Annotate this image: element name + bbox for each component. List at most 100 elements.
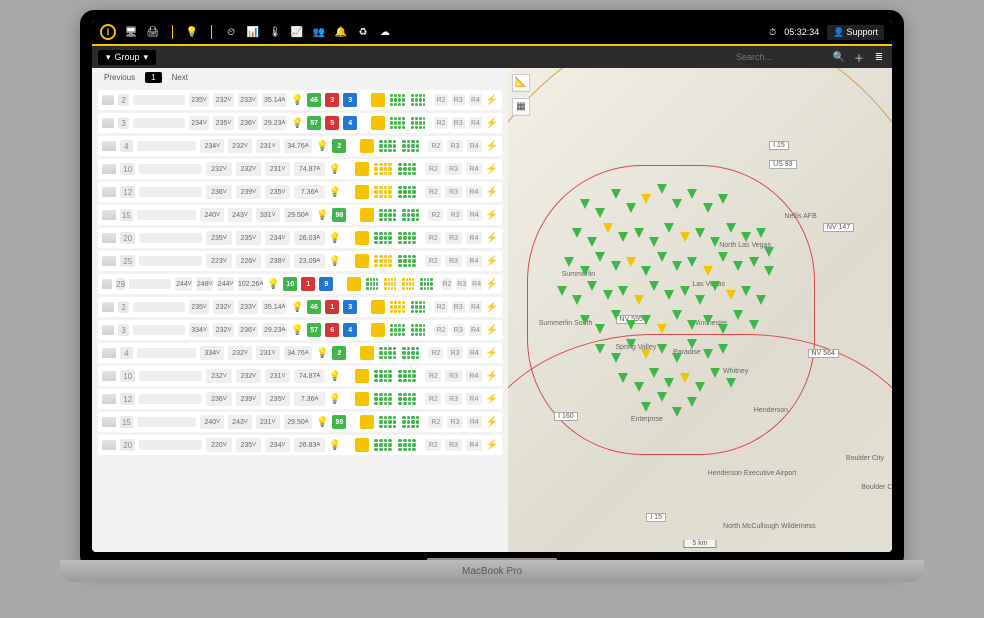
relay-R2[interactable]: R2 (434, 117, 447, 129)
site-row[interactable]: 25223V226V238V23.09A💡 R2R3R4⚡ (98, 251, 502, 271)
relay-R2[interactable]: R2 (428, 209, 443, 221)
map-marker[interactable] (695, 382, 705, 392)
user-menu[interactable]: 👤 Support (827, 25, 884, 40)
relay-R2[interactable]: R2 (425, 370, 441, 382)
map-marker[interactable] (641, 315, 651, 325)
site-row[interactable]: 15240V243V331V29.50A💡98 R2R3R4⚡ (98, 205, 502, 225)
row-checkbox[interactable] (102, 118, 114, 128)
flash-icon[interactable]: ⚡ (486, 417, 498, 428)
map-marker[interactable] (657, 324, 667, 334)
map-marker[interactable] (687, 397, 697, 407)
relay-R4[interactable]: R4 (467, 140, 482, 152)
map-marker[interactable] (649, 237, 659, 247)
row-checkbox[interactable] (102, 233, 116, 243)
relay-R3[interactable]: R3 (452, 94, 465, 106)
map-marker[interactable] (580, 266, 590, 276)
relay-R4[interactable]: R4 (466, 255, 482, 267)
brand-logo[interactable]: I (100, 24, 116, 40)
row-checkbox[interactable] (102, 371, 116, 381)
map-marker[interactable] (695, 295, 705, 305)
relay-R2[interactable]: R2 (425, 439, 441, 451)
chart-icon[interactable]: 📈 (290, 25, 304, 39)
map-marker[interactable] (680, 373, 690, 383)
map-marker[interactable] (703, 266, 713, 276)
map-marker[interactable] (557, 286, 567, 296)
map-marker[interactable] (749, 257, 759, 267)
row-checkbox[interactable] (102, 348, 116, 358)
relay-R4[interactable]: R4 (466, 163, 482, 175)
map-marker[interactable] (595, 344, 605, 354)
map-marker[interactable] (680, 232, 690, 242)
site-row[interactable]: 3334V232V236V29.23A💡5764 R2R3R4⚡ (98, 320, 502, 340)
map-marker[interactable] (756, 295, 766, 305)
map-marker[interactable] (672, 407, 682, 417)
map-marker[interactable] (741, 232, 751, 242)
map-marker[interactable] (626, 320, 636, 330)
map-marker[interactable] (672, 310, 682, 320)
flash-icon[interactable]: ⚡ (486, 164, 498, 175)
relay-R2[interactable]: R2 (428, 416, 443, 428)
bell-icon[interactable]: 🔔 (334, 25, 348, 39)
map-marker[interactable] (664, 290, 674, 300)
map-marker[interactable] (733, 261, 743, 271)
ruler-icon[interactable]: 📐 (513, 75, 529, 91)
map-marker[interactable] (587, 281, 597, 291)
flash-icon[interactable]: ⚡ (486, 279, 498, 290)
map-marker[interactable] (733, 310, 743, 320)
relay-R4[interactable]: R4 (467, 209, 482, 221)
map-marker[interactable] (657, 252, 667, 262)
layers-icon[interactable]: ▦ (513, 99, 529, 115)
map-marker[interactable] (634, 382, 644, 392)
clock-icon[interactable]: ⏲ (224, 25, 238, 39)
row-checkbox[interactable] (102, 141, 116, 151)
flash-icon[interactable]: ⚡ (486, 348, 498, 359)
map-marker[interactable] (718, 344, 728, 354)
map-marker[interactable] (718, 324, 728, 334)
map-marker[interactable] (626, 203, 636, 213)
map-panel[interactable]: I 15US 93NV 147NV 595NV 564I 160I 15 Nel… (508, 68, 892, 552)
pager-page-1[interactable]: 1 (145, 72, 161, 83)
flash-icon[interactable]: ⚡ (486, 302, 498, 313)
map-marker[interactable] (611, 310, 621, 320)
list-view-icon[interactable]: ≣ (872, 50, 886, 64)
map-marker[interactable] (626, 257, 636, 267)
relay-R2[interactable]: R2 (425, 186, 441, 198)
map-marker[interactable] (703, 315, 713, 325)
row-checkbox[interactable] (102, 325, 114, 335)
map-marker[interactable] (649, 281, 659, 291)
flash-icon[interactable]: ⚡ (486, 325, 498, 336)
flash-icon[interactable]: ⚡ (486, 187, 498, 198)
group-filter[interactable]: ▾ Group ▾ (98, 50, 156, 65)
map-marker[interactable] (618, 232, 628, 242)
flash-icon[interactable]: ⚡ (486, 371, 498, 382)
site-row[interactable]: 12236V239V235V7.36A💡 R2R3R4⚡ (98, 389, 502, 409)
map-marker[interactable] (641, 349, 651, 359)
map-marker[interactable] (687, 257, 697, 267)
map-marker[interactable] (710, 368, 720, 378)
map-layers-tool[interactable]: ▦ (512, 98, 530, 116)
map-marker[interactable] (587, 237, 597, 247)
bulb-icon[interactable]: 💡 (185, 25, 199, 39)
map-marker[interactable] (672, 199, 682, 209)
row-checkbox[interactable] (102, 440, 116, 450)
site-row[interactable]: 29244V248V244V102.26A💡1019 R2R3R4⚡ (98, 274, 502, 294)
map-marker[interactable] (634, 295, 644, 305)
users-icon[interactable]: 👥 (312, 25, 326, 39)
map-marker[interactable] (572, 295, 582, 305)
relay-R3[interactable]: R3 (447, 416, 462, 428)
map-marker[interactable] (687, 189, 697, 199)
map-marker[interactable] (726, 378, 736, 388)
map-marker[interactable] (641, 266, 651, 276)
map-marker[interactable] (718, 252, 728, 262)
map-marker[interactable] (672, 261, 682, 271)
relay-R4[interactable]: R4 (466, 232, 482, 244)
map-marker[interactable] (657, 392, 667, 402)
map-marker[interactable] (595, 208, 605, 218)
site-row[interactable]: 10232V232V231V74.87A💡 R2R3R4⚡ (98, 159, 502, 179)
map-marker[interactable] (710, 281, 720, 291)
relay-R4[interactable]: R4 (466, 186, 482, 198)
relay-R4[interactable]: R4 (469, 117, 482, 129)
cloud-icon[interactable]: ☁ (378, 25, 392, 39)
map-marker[interactable] (603, 223, 613, 233)
map-marker[interactable] (641, 194, 651, 204)
